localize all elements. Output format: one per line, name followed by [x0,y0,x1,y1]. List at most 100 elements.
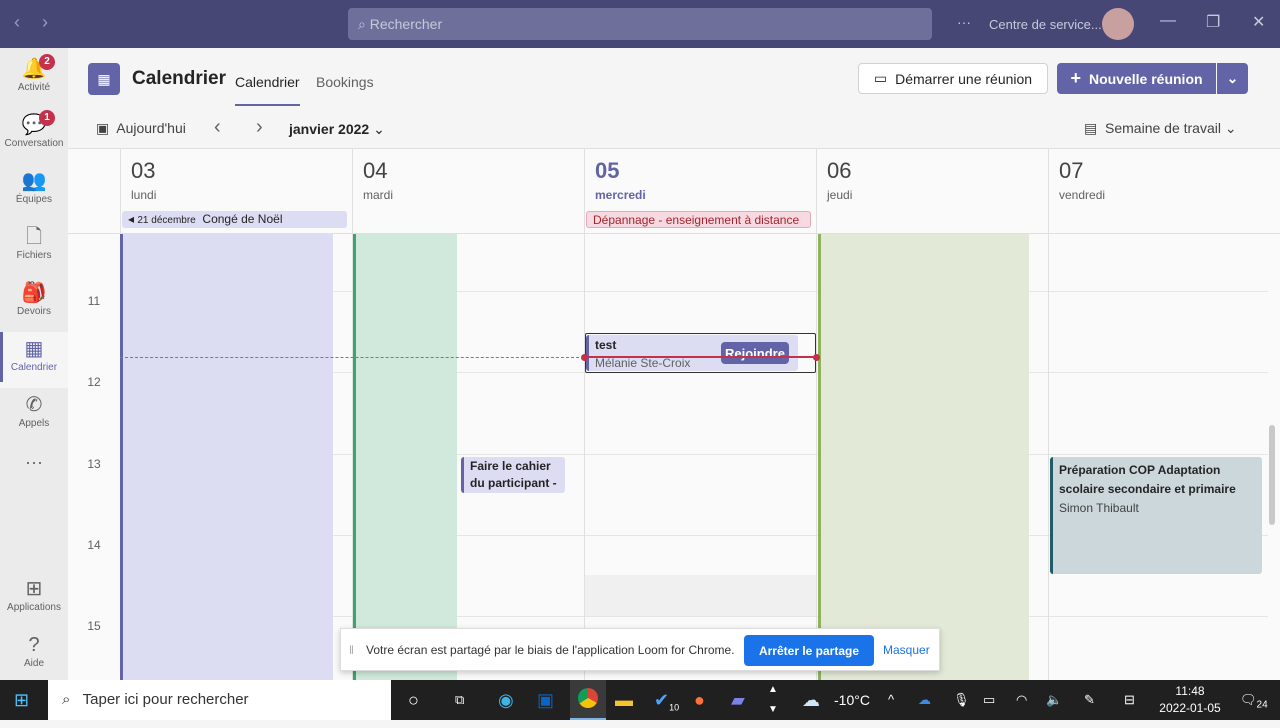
day-header-thursday[interactable]: 06 jeudi [816,148,1048,208]
chat-icon: 💬 [21,114,47,136]
teams-icon: 👥 [21,170,47,192]
chevron-up-icon[interactable]: ^ [888,680,894,720]
volume-icon[interactable]: 🔈 [1046,680,1062,720]
search-input[interactable]: ⌕ Rechercher [348,8,932,40]
back-icon[interactable]: ‹ [14,12,20,33]
windows-start-icon[interactable]: ⊞ [14,680,29,720]
hour-label: 15 [87,619,101,633]
chrome-icon[interactable] [570,680,606,720]
forward-icon[interactable]: › [42,12,48,33]
calendar-today-icon: ▣ [96,120,110,136]
tab-bookings[interactable]: Bookings [316,74,374,90]
plus-icon: + [1070,68,1081,88]
view-picker[interactable]: ▤ Semaine de travail ⌄ [1084,120,1237,137]
event-cop[interactable]: Préparation COP Adaptation scolaire seco… [1050,457,1262,574]
current-time-line-today [584,356,816,358]
stop-sharing-button[interactable]: Arrêter le partage [744,635,874,666]
day-header-tuesday[interactable]: 04 mardi [352,148,584,208]
rail-conversation[interactable]: 💬 1 Conversation [0,108,68,164]
phone-icon: ✆ [25,394,43,416]
hour-label: 12 [87,375,101,389]
hour-label: 11 [87,294,101,308]
pen-icon[interactable]: ✎ [1084,680,1095,720]
avatar[interactable] [1102,8,1134,40]
join-button[interactable]: Rejoindre [721,342,789,364]
new-meeting-dropdown[interactable]: ⌄ [1217,63,1248,94]
rail-help[interactable]: ? Aide [0,628,68,684]
rail-assignments[interactable]: 🎒 Devoirs [0,276,68,332]
cloud-icon: ☁ [802,690,820,710]
todo-icon[interactable]: ✔10 [654,680,679,720]
event-block-thursday[interactable] [818,234,1029,680]
minimize-icon[interactable]: — [1160,12,1176,30]
rail-activity[interactable]: 🔔 2 Activité [0,52,68,108]
weather-temp[interactable]: -10°C [834,680,870,720]
drag-handle-icon[interactable]: ‖ [349,643,354,657]
scrollbar[interactable] [1269,425,1275,525]
firefox-icon[interactable]: ● [694,680,705,720]
more-icon[interactable]: ··· [957,14,971,30]
tab-calendar[interactable]: Calendrier [235,74,300,106]
battery-icon[interactable]: ▭ [983,680,995,720]
file-explorer-icon[interactable]: ▬ [615,680,633,720]
teams-taskbar-icon[interactable]: ▰ [731,680,745,720]
file-icon: 🗋 [25,226,43,248]
chevron-down-icon: ⌄ [373,121,385,137]
wifi-icon[interactable]: ◠ [1016,680,1027,720]
next-week-button[interactable]: › [256,116,263,139]
scroll-arrows-icon[interactable]: ▲ ▼ [768,680,778,720]
day-header-monday[interactable]: 03 lundi [120,148,352,208]
rail-files[interactable]: 🗋 Fichiers [0,220,68,276]
touchpad-icon[interactable]: ⊟ [1124,680,1135,720]
hour-label: 14 [87,538,101,552]
event-cahier[interactable]: Faire le cahier du participant - [461,457,565,493]
day-header-friday[interactable]: 07 vendredi [1048,148,1280,208]
app-rail: 🔔 2 Activité 💬 1 Conversation 👥 Équipes 🗋 Fich… [0,48,68,680]
rail-apps[interactable]: ⊞ Applications [0,572,68,628]
busy-slot [584,575,816,616]
cortana-icon[interactable]: ○ [408,680,419,720]
video-icon: ▭ [873,70,888,86]
share-banner: ‖ Votre écran est partagé par le biais d… [340,628,940,671]
title-bar: ‹ › ⌕ Rechercher ··· Centre de service..… [0,0,1280,48]
maximize-icon[interactable]: ❐ [1206,12,1220,32]
rail-teams[interactable]: 👥 Équipes [0,164,68,220]
today-button[interactable]: ▣ Aujourd'hui [96,120,186,137]
event-block-conge[interactable] [120,234,333,680]
rail-calls[interactable]: ✆ Appels [0,388,68,444]
close-icon[interactable]: ✕ [1252,12,1265,32]
notification-icon[interactable]: 🗨24 [1240,680,1268,720]
help-icon: ? [28,634,40,656]
page-title: Calendrier [132,68,226,89]
search-icon: ⌕ [62,691,71,708]
microphone-icon[interactable]: 🎙 [953,680,970,720]
calendar-icon: ▦ [24,338,44,360]
bell-icon: 🔔 [21,58,47,80]
hour-label: 13 [87,457,101,471]
start-meeting-button[interactable]: ▭ Démarrer une réunion [858,63,1048,94]
rail-calendar[interactable]: ▦ Calendrier [0,332,68,388]
current-time-line [120,357,584,358]
apps-icon: ⊞ [25,578,43,600]
onedrive-icon[interactable]: ☁ [918,680,931,720]
allday-event-conge[interactable]: ◂ 21 décembre Congé de Noël [122,211,347,228]
org-name[interactable]: Centre de service... [989,17,1102,32]
edge-icon[interactable]: ◉ [498,680,514,720]
new-meeting-button[interactable]: + Nouvelle réunion [1057,63,1216,94]
arrow-left-icon: ◂ [128,212,135,226]
clock[interactable]: 11:48 2022-01-05 [1150,683,1230,717]
taskbar-search[interactable]: ⌕ Taper ici pour rechercher [48,680,391,720]
view-icon: ▤ [1084,120,1098,136]
backpack-icon: 🎒 [21,282,47,304]
hide-button[interactable]: Masquer [883,643,930,657]
task-view-icon[interactable]: ⧉ [455,680,464,720]
rail-more[interactable]: ··· [0,452,68,508]
event-block-tuesday[interactable] [353,234,457,680]
allday-event-depannage[interactable]: Dépannage - enseignement à distance [586,211,811,228]
prev-week-button[interactable]: ‹ [214,116,221,139]
calendar-app-icon: ▦ [88,63,120,95]
outlook-icon[interactable]: ▣ [537,680,554,720]
day-header-wednesday[interactable]: 05 mercredi [584,148,816,208]
taskbar: ⊞ ⌕ Taper ici pour rechercher ○ ⧉ ◉ ▣ ▬ … [0,680,1280,720]
month-picker[interactable]: janvier 2022 ⌄ [289,121,385,138]
